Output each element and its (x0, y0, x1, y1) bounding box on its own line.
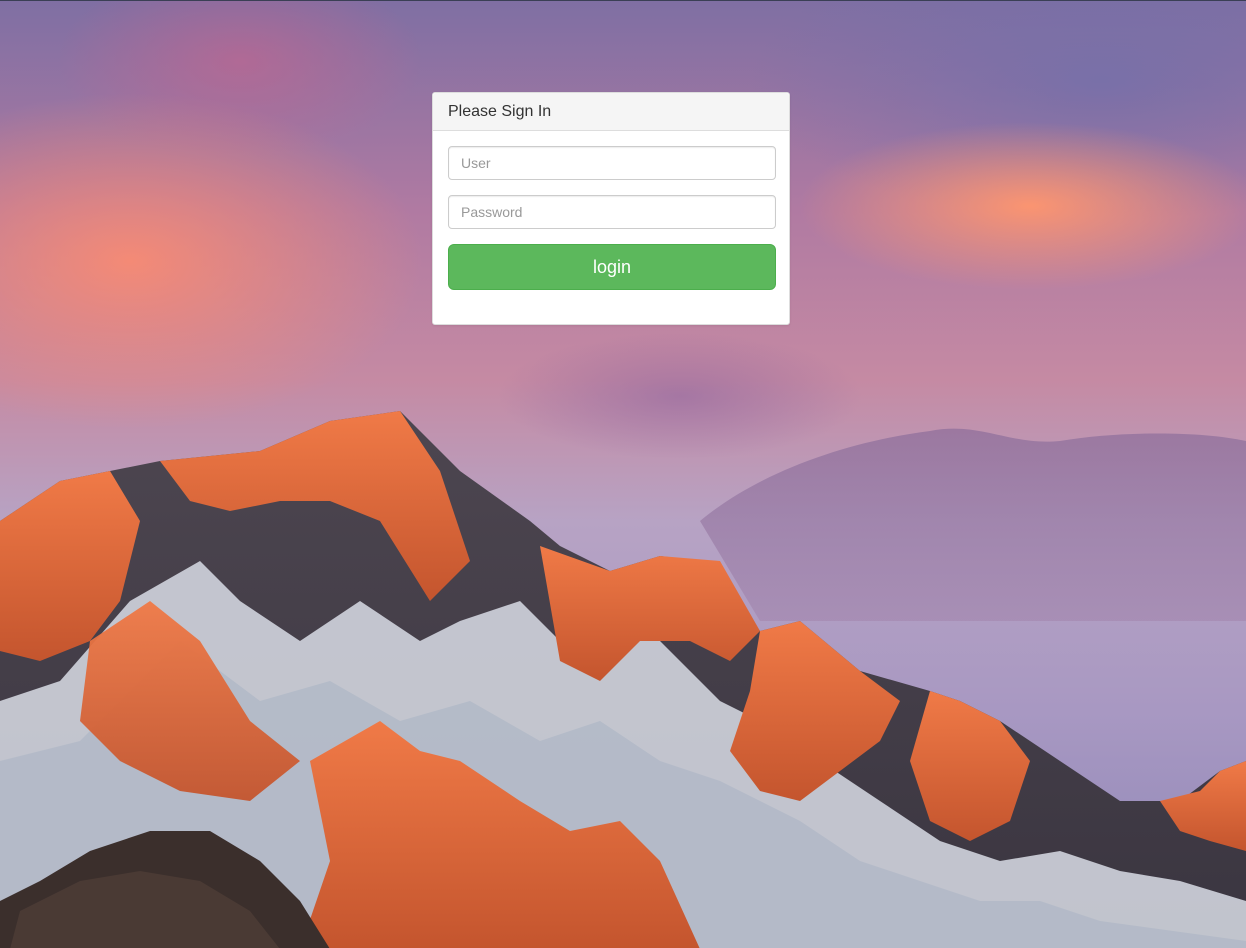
login-panel-heading: Please Sign In (433, 93, 789, 131)
login-form: login (433, 131, 789, 305)
login-page: Please Sign In login (0, 0, 1246, 948)
login-panel: Please Sign In login (432, 92, 790, 325)
password-input[interactable] (448, 195, 776, 229)
user-input[interactable] (448, 146, 776, 180)
login-button[interactable]: login (448, 244, 776, 290)
panel-title: Please Sign In (448, 102, 552, 120)
